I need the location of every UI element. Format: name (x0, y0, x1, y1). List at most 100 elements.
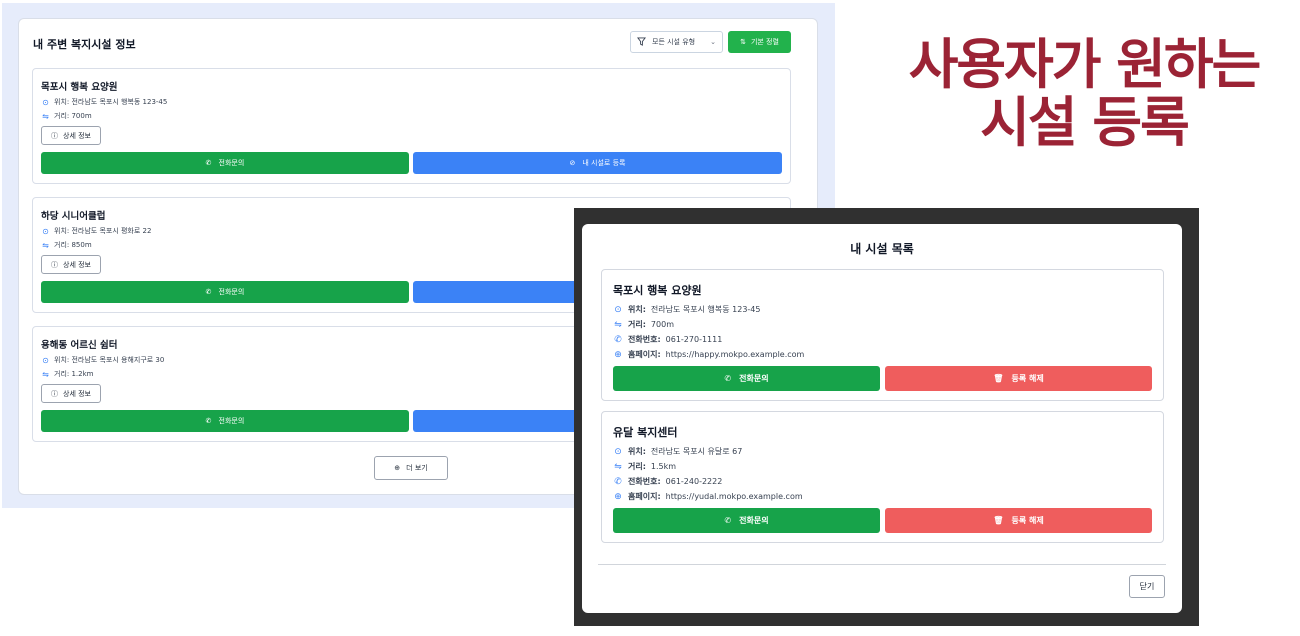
modal-title: 내 시설 목록 (850, 242, 914, 256)
phone-label: 전화번호: (628, 335, 661, 344)
info-icon: ⓘ (51, 389, 58, 398)
facility-location: ⊙ 위치: 전라남도 목포시 행복동 123-45 (613, 304, 761, 315)
facility-homepage: ⊕ 홈페이지: https://yudal.mokpo.example.com (613, 491, 803, 502)
globe-icon: ⊕ (614, 349, 622, 360)
location-text: 위치: 전라남도 목포시 용해지구로 30 (54, 356, 165, 364)
call-label: 전화문의 (218, 159, 245, 167)
info-icon: ⓘ (51, 260, 58, 269)
facility-location: ⊙ 위치: 전라남도 목포시 평화로 22 (41, 226, 151, 236)
location-pin-icon: ⊙ (42, 226, 49, 236)
location-text: 전라남도 목포시 유달로 67 (650, 447, 743, 456)
register-label: 내 시설로 등록 (582, 159, 626, 167)
detail-label: 상세 정보 (63, 260, 91, 269)
unregister-button[interactable]: 🗑 등록 해제 (885, 508, 1152, 533)
facility-homepage: ⊕ 홈페이지: https://happy.mokpo.example.com (613, 349, 804, 360)
headline-line-1: 사용자가 원하는 (908, 33, 1262, 96)
phone-icon: ✆ (205, 417, 212, 425)
trash-icon: 🗑 (993, 516, 1004, 525)
detail-label: 상세 정보 (63, 389, 91, 398)
distance-text: 거리: 850m (54, 241, 92, 249)
distance-text: 700m (650, 320, 674, 329)
phone-icon: ✆ (205, 159, 212, 167)
facility-name: 유달 복지센터 (613, 426, 678, 439)
chevron-down-icon: ⌄ (710, 38, 716, 46)
detail-info-button[interactable]: ⓘ 상세 정보 (41, 255, 101, 274)
detail-info-button[interactable]: ⓘ 상세 정보 (41, 126, 101, 145)
call-button[interactable]: ✆ 전화문의 (41, 152, 409, 174)
call-label: 전화문의 (218, 288, 245, 296)
plus-circle-icon: ⊕ (394, 464, 401, 472)
sort-icon: ⇅ (740, 38, 746, 46)
location-pin-icon: ⊙ (614, 304, 622, 315)
phone-icon: ✆ (724, 516, 732, 525)
homepage-label: 홈페이지: (628, 350, 661, 359)
check-circle-icon: ⊘ (569, 159, 576, 167)
distance-icon: ⇋ (42, 369, 49, 379)
close-button[interactable]: 닫기 (1129, 575, 1165, 598)
distance-label: 거리: (628, 320, 646, 329)
facility-type-filter[interactable]: 모든 시설 유형 ⌄ (630, 31, 723, 53)
unregister-label: 등록 해제 (1011, 516, 1044, 525)
facility-phone: ✆ 전화번호: 061-240-2222 (613, 476, 722, 487)
call-button[interactable]: ✆ 전화문의 (41, 281, 409, 303)
detail-info-button[interactable]: ⓘ 상세 정보 (41, 384, 101, 403)
location-text: 위치: 전라남도 목포시 행복동 123-45 (54, 98, 168, 106)
facility-distance: ⇋ 거리: 700m (41, 111, 92, 121)
location-pin-icon: ⊙ (42, 355, 49, 365)
facility-location: ⊙ 위치: 전라남도 목포시 행복동 123-45 (41, 97, 167, 107)
phone-text: 061-270-1111 (665, 335, 723, 344)
call-label: 전화문의 (739, 374, 769, 383)
phone-icon: ✆ (724, 374, 732, 383)
facility-location: ⊙ 위치: 전라남도 목포시 유달로 67 (613, 446, 742, 457)
facility-distance: ⇋ 거리: 1.2km (41, 369, 93, 379)
call-button[interactable]: ✆ 전화문의 (613, 366, 880, 391)
facility-distance: ⇋ 거리: 1.5km (613, 461, 676, 472)
my-facility-card: 목포시 행복 요양원 ⊙ 위치: 전라남도 목포시 행복동 123-45 ⇋ 거… (601, 269, 1164, 401)
distance-icon: ⇋ (42, 240, 49, 250)
facility-name: 목포시 행복 요양원 (613, 284, 702, 297)
register-facility-button[interactable]: ⊘ 내 시설로 등록 (413, 152, 782, 174)
homepage-link[interactable]: https://happy.mokpo.example.com (666, 350, 805, 359)
phone-icon: ✆ (614, 334, 622, 345)
facility-phone: ✆ 전화번호: 061-270-1111 (613, 334, 722, 345)
homepage-link[interactable]: https://yudal.mokpo.example.com (666, 492, 803, 501)
phone-label: 전화번호: (628, 477, 661, 486)
distance-icon: ⇋ (614, 461, 622, 472)
call-button[interactable]: ✆ 전화문의 (613, 508, 880, 533)
filter-icon (637, 36, 646, 48)
filter-label: 모든 시설 유형 (652, 38, 696, 46)
globe-icon: ⊕ (614, 491, 622, 502)
my-facilities-modal-screenshot: 내 시설 목록 목포시 행복 요양원 ⊙ 위치: 전라남도 목포시 행복동 12… (574, 208, 1199, 626)
call-label: 전화문의 (739, 516, 769, 525)
info-icon: ⓘ (51, 131, 58, 140)
facility-name: 목포시 행복 요양원 (41, 82, 118, 93)
phone-icon: ✆ (614, 476, 622, 487)
more-label: 더 보기 (406, 464, 428, 472)
homepage-label: 홈페이지: (628, 492, 661, 501)
my-facilities-modal: 내 시설 목록 목포시 행복 요양원 ⊙ 위치: 전라남도 목포시 행복동 12… (582, 224, 1182, 613)
unregister-button[interactable]: 🗑 등록 해제 (885, 366, 1152, 391)
headline-line-2: 시설 등록 (980, 91, 1190, 154)
location-pin-icon: ⊙ (614, 446, 622, 457)
distance-text: 1.5km (650, 462, 677, 471)
facility-name: 하당 시니어클럽 (41, 211, 106, 222)
facility-distance: ⇋ 거리: 850m (41, 240, 92, 250)
distance-text: 거리: 1.2km (54, 370, 94, 378)
location-text: 전라남도 목포시 행복동 123-45 (650, 305, 761, 314)
location-label: 위치: (628, 447, 646, 456)
facility-card: 목포시 행복 요양원 ⊙ 위치: 전라남도 목포시 행복동 123-45 ⇋ 거… (32, 68, 791, 184)
headline: 사용자가 원하는 시설 등록 (868, 36, 1300, 152)
trash-icon: 🗑 (993, 374, 1004, 383)
call-label: 전화문의 (218, 417, 245, 425)
sort-label: 기본 정렬 (750, 38, 779, 46)
load-more-button[interactable]: ⊕ 더 보기 (374, 456, 448, 480)
call-button[interactable]: ✆ 전화문의 (41, 410, 409, 432)
unregister-label: 등록 해제 (1011, 374, 1044, 383)
phone-text: 061-240-2222 (665, 477, 723, 486)
distance-icon: ⇋ (42, 111, 49, 121)
sort-button[interactable]: ⇅ 기본 정렬 (728, 31, 791, 53)
distance-label: 거리: (628, 462, 646, 471)
facility-name: 용해동 어르신 쉼터 (41, 340, 118, 351)
facility-location: ⊙ 위치: 전라남도 목포시 용해지구로 30 (41, 355, 164, 365)
location-text: 위치: 전라남도 목포시 평화로 22 (54, 227, 152, 235)
